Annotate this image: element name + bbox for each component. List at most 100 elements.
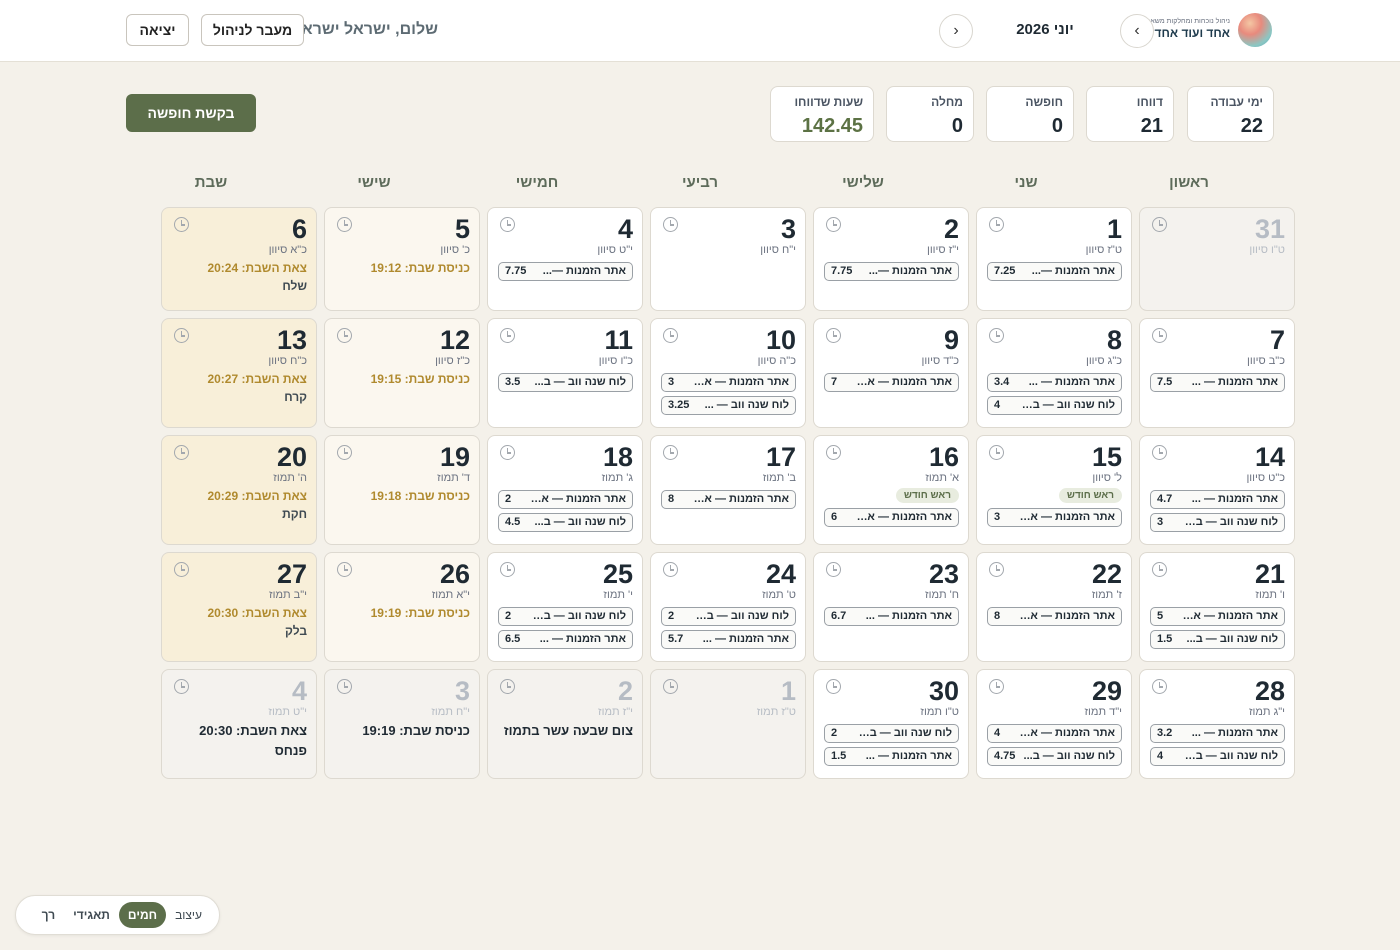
time-entry[interactable]: אתר הזמנות — ... 4.7 [1150,490,1285,509]
prev-month-button[interactable]: ‹ [1120,14,1154,48]
day-cell[interactable]: 12 כ"ז סיוון כניסת שבת: 19:15 [324,318,480,428]
time-entry[interactable]: אתר הזמנות — אל... 6 [824,508,959,527]
clock-icon[interactable] [826,328,841,343]
day-cell[interactable]: 8 כ"ג סיוון אתר הזמנות — ... 3.4 לוח שנה ווב… [976,318,1132,428]
day-cell[interactable]: 25 י' תמוז לוח שנה ווב — בטא: 2 אתר הזמנות —… [487,552,643,662]
time-entry[interactable]: לוח שנה ווב — בטא: 3 [1150,513,1285,532]
logout-button[interactable]: יציאה [126,14,189,46]
day-cell[interactable]: 6 כ"א סיוון צאת השבת: 20:24 שלח [161,207,317,311]
day-cell[interactable]: 22 ז' תמוז אתר הזמנות — אל... 8 [976,552,1132,662]
clock-icon[interactable] [663,328,678,343]
clock-icon[interactable] [337,445,352,460]
day-cell[interactable]: 7 כ"ב סיוון אתר הזמנות — ... 7.5 [1139,318,1295,428]
day-cell[interactable]: 20 ה' תמוז צאת השבת: 20:29 חקת [161,435,317,545]
time-entry[interactable]: אתר הזמנות — ... 1.5 [824,747,959,766]
clock-icon[interactable] [1152,679,1167,694]
time-entry[interactable]: לוח שנה ווב — בטא: 4 [987,396,1122,415]
day-cell[interactable]: 14 כ"ט סיוון אתר הזמנות — ... 4.7 לוח שנה וו… [1139,435,1295,545]
time-entry[interactable]: אתר הזמנות — אל... 4 [987,724,1122,743]
time-entry[interactable]: לוח שנה ווב — ב... 4.75 [987,747,1122,766]
time-entry[interactable]: לוח שנה ווב — ב... 3.5 [498,373,633,392]
clock-icon[interactable] [1152,328,1167,343]
theme-option[interactable]: תאגידי [64,902,119,928]
time-entry[interactable]: אתר הזמנות — אל... 8 [987,607,1122,626]
clock-icon[interactable] [826,679,841,694]
time-entry[interactable]: אתר הזמנות — ... 7.5 [1150,373,1285,392]
clock-icon[interactable] [174,217,189,232]
day-cell[interactable]: 15 ל' סיוון ראש חודש אתר הזמנות — אל... 3 [976,435,1132,545]
clock-icon[interactable] [174,328,189,343]
clock-icon[interactable] [989,562,1004,577]
day-cell[interactable]: 21 ו' תמוז אתר הזמנות — אל... 5 לוח שנה ווב … [1139,552,1295,662]
time-entry[interactable]: לוח שנה ווב — בטא: 2 [498,607,633,626]
time-entry[interactable]: לוח שנה ווב — ... 3.25 [661,396,796,415]
time-entry[interactable]: אתר הזמנות — אל... 3 [987,508,1122,527]
next-month-button[interactable]: › [939,14,973,48]
clock-icon[interactable] [500,679,515,694]
clock-icon[interactable] [663,445,678,460]
time-entry[interactable]: לוח שנה ווב — ב... 1.5 [1150,630,1285,649]
day-cell[interactable]: 4 י"ט תמוז צאת השבת: 20:30 פנחס [161,669,317,779]
time-entry[interactable]: לוח שנה ווב — ב... 4.5 [498,513,633,532]
day-cell[interactable]: 26 י"א תמוז כניסת שבת: 19:19 [324,552,480,662]
time-entry[interactable]: אתר הזמנות — ... 6.5 [498,630,633,649]
time-entry[interactable]: אתר הזמנות — אל... 5 [1150,607,1285,626]
day-cell[interactable]: 9 כ"ד סיוון אתר הזמנות — אל... 7 [813,318,969,428]
clock-icon[interactable] [337,328,352,343]
day-cell[interactable]: 1 ט"ז סיוון אתר הזמנות —... 7.25 [976,207,1132,311]
day-cell[interactable]: 29 י"ד תמוז אתר הזמנות — אל... 4 לוח שנה ווב… [976,669,1132,779]
time-entry[interactable]: אתר הזמנות — ... 6.7 [824,607,959,626]
day-cell[interactable]: 24 ט' תמוז לוח שנה ווב — בטא: 2 אתר הזמנות —… [650,552,806,662]
clock-icon[interactable] [500,217,515,232]
day-cell[interactable]: 16 א' תמוז ראש חודש אתר הזמנות — אל... 6 [813,435,969,545]
day-cell[interactable]: 23 ח' תמוז אתר הזמנות — ... 6.7 [813,552,969,662]
day-cell[interactable]: 30 ט"ו תמוז לוח שנה ווב — בטא: 2 אתר הזמנות … [813,669,969,779]
day-cell[interactable]: 4 י"ט סיוון אתר הזמנות —... 7.75 [487,207,643,311]
time-entry[interactable]: אתר הזמנות — ... 5.7 [661,630,796,649]
clock-icon[interactable] [337,217,352,232]
day-cell[interactable]: 28 י"ג תמוז אתר הזמנות — ... 3.2 לוח שנה ווב… [1139,669,1295,779]
time-entry[interactable]: אתר הזמנות — אל... 8 [661,490,796,509]
day-cell[interactable]: 3 י"ח תמוז כניסת שבת: 19:19 [324,669,480,779]
day-cell[interactable]: 5 כ' סיוון כניסת שבת: 19:12 [324,207,480,311]
day-cell[interactable]: 27 י"ב תמוז צאת השבת: 20:30 בלק [161,552,317,662]
clock-icon[interactable] [989,679,1004,694]
clock-icon[interactable] [500,445,515,460]
clock-icon[interactable] [663,679,678,694]
vacation-request-button[interactable]: בקשת חופשה [126,94,256,132]
clock-icon[interactable] [663,562,678,577]
clock-icon[interactable] [500,328,515,343]
time-entry[interactable]: אתר הזמנות —... 7.75 [498,262,633,281]
day-cell[interactable]: 18 ג' תמוז אתר הזמנות — אל... 2 לוח שנה ווב … [487,435,643,545]
day-cell[interactable]: 11 כ"ו סיוון לוח שנה ווב — ב... 3.5 [487,318,643,428]
day-cell[interactable]: 31 ט"ו סיוון [1139,207,1295,311]
day-cell[interactable]: 1 ט"ז תמוז [650,669,806,779]
clock-icon[interactable] [1152,445,1167,460]
clock-icon[interactable] [826,562,841,577]
clock-icon[interactable] [337,679,352,694]
time-entry[interactable]: לוח שנה ווב — בטא: 2 [661,607,796,626]
theme-option[interactable]: חמים [118,902,167,928]
day-cell[interactable]: 17 ב' תמוז אתר הזמנות — אל... 8 [650,435,806,545]
clock-icon[interactable] [337,562,352,577]
clock-icon[interactable] [500,562,515,577]
clock-icon[interactable] [174,445,189,460]
theme-option[interactable]: רך [33,902,64,928]
clock-icon[interactable] [826,445,841,460]
clock-icon[interactable] [989,328,1004,343]
clock-icon[interactable] [989,217,1004,232]
time-entry[interactable]: לוח שנה ווב — בטא: 2 [824,724,959,743]
clock-icon[interactable] [826,217,841,232]
time-entry[interactable]: אתר הזמנות — ... 3.4 [987,373,1122,392]
time-entry[interactable]: אתר הזמנות —... 7.25 [987,262,1122,281]
day-cell[interactable]: 2 י"ז סיוון אתר הזמנות —... 7.75 [813,207,969,311]
time-entry[interactable]: אתר הזמנות — אל... 2 [498,490,633,509]
clock-icon[interactable] [1152,217,1167,232]
time-entry[interactable]: אתר הזמנות — ... 3.2 [1150,724,1285,743]
clock-icon[interactable] [174,679,189,694]
day-cell[interactable]: 13 כ"ח סיוון צאת השבת: 20:27 קרח [161,318,317,428]
day-cell[interactable]: 10 כ"ה סיוון אתר הזמנות — אל... 3 לוח שנה וו… [650,318,806,428]
time-entry[interactable]: אתר הזמנות — אל... 7 [824,373,959,392]
clock-icon[interactable] [174,562,189,577]
day-cell[interactable]: 19 ד' תמוז כניסת שבת: 19:18 [324,435,480,545]
